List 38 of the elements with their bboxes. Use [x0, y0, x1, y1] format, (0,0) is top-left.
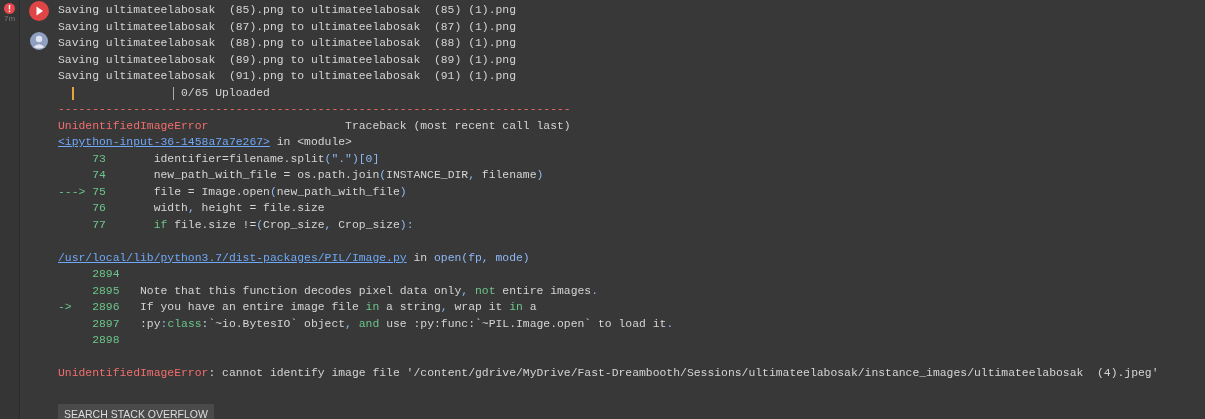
- current-line-arrow: --->: [58, 185, 86, 198]
- current-line-arrow: ->: [58, 301, 72, 313]
- line-number: 2896: [92, 300, 120, 315]
- output-text: Saving ultimateelabosak (88).png to ultimateelabosak (88) (1).png: [58, 36, 516, 51]
- run-button[interactable]: [29, 1, 49, 21]
- error-type: UnidentifiedImageError: [58, 366, 209, 381]
- line-number: 77: [92, 217, 106, 233]
- frame-context: in <module>: [275, 135, 352, 150]
- file-link[interactable]: <ipython-input-36-1458a7a7e267>: [58, 134, 270, 151]
- line-number: 2894: [92, 267, 120, 282]
- code-text: if file.size !=(Crop_size, Crop_size):: [153, 217, 414, 233]
- line-number: 74: [92, 168, 106, 183]
- line-number: 76: [92, 201, 106, 216]
- code-text: Note that this function decodes pixel data only, not entire images.: [140, 283, 599, 299]
- frame-context: in open(fp, mode): [412, 250, 530, 266]
- line-number: 2895: [92, 283, 120, 299]
- line-number: 75: [92, 184, 106, 200]
- code-text: identifier=filename.split(".")[0]: [153, 151, 380, 167]
- error-message: : cannot identify image file '/content/gdrive/MyDrive/Fast-Dreambooth/Sessions/ultimateelabosak/instance_images/ultimateelabosak (4).jpeg': [208, 366, 1159, 381]
- avatar-icon: [30, 32, 48, 50]
- code-text: file = Image.open(new_path_with_file): [153, 184, 407, 200]
- output-text: Saving ultimateelabosak (91).png to ultimateelabosak (91) (1).png: [58, 69, 516, 84]
- progress-label: 0/65 Uploaded: [181, 85, 270, 101]
- code-text: If you have an entire image file in a string, wrap it in a: [140, 300, 537, 315]
- output-text: Saving ultimateelabosak (89).png to ultimateelabosak (89) (1).png: [58, 52, 516, 68]
- file-link[interactable]: /usr/local/lib/python3.7/dist-packages/PIL/Image.py: [58, 249, 407, 266]
- line-number: 2897: [92, 316, 120, 332]
- line-number: 73: [92, 151, 106, 167]
- code-text: width, height = file.size: [153, 201, 325, 216]
- line-number: 2898: [92, 333, 120, 348]
- error-type: UnidentifiedImageError: [58, 118, 209, 134]
- output-text: Saving ultimateelabosak (87).png to ultimateelabosak (87) (1).png: [58, 19, 516, 35]
- output-text: Saving ultimateelabosak (85).png to ultimateelabosak (85) (1).png: [58, 3, 516, 18]
- divider-dashes: ---------------------------------------------------------------------------: [58, 102, 571, 117]
- code-text: :py:class:`~io.BytesIO` object, and use :py:func:`~PIL.Image.open` to load it.: [140, 316, 674, 332]
- traceback-header: Traceback (most recent call last): [345, 118, 571, 134]
- search-stack-overflow-button[interactable]: SEARCH STACK OVERFLOW: [58, 403, 214, 419]
- code-text: new_path_with_file = os.path.join(INSTANCE_DIR, filename): [153, 168, 544, 183]
